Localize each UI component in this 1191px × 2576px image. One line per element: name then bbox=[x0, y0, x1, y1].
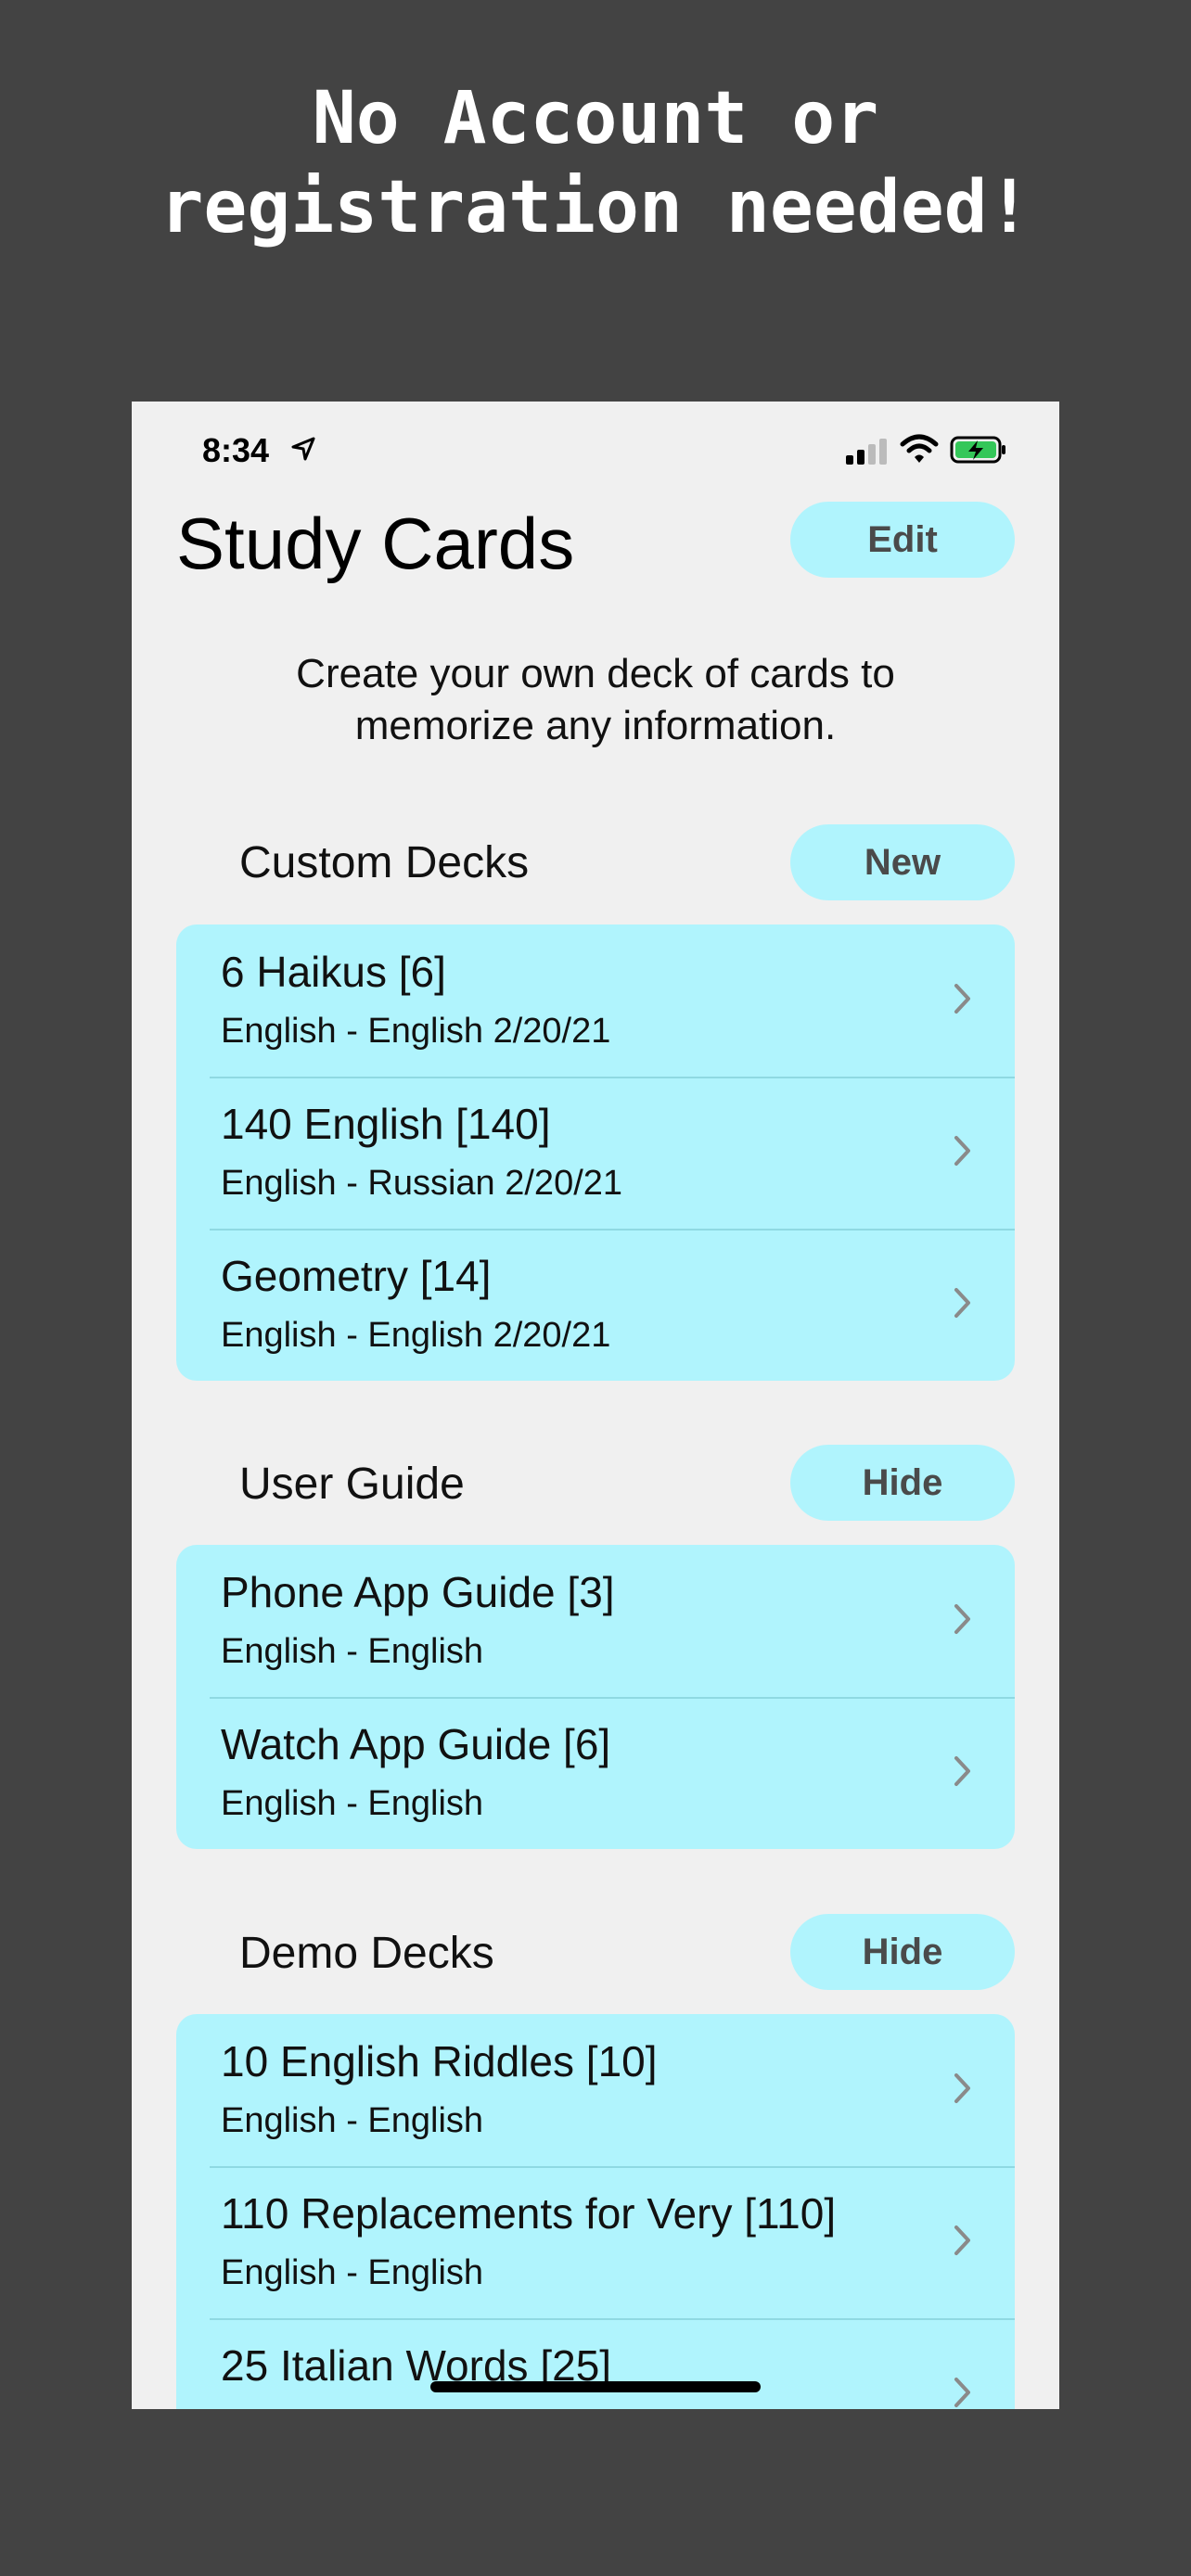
deck-subtitle: English - English bbox=[221, 2101, 484, 2140]
list-item[interactable]: Geometry [14] English - English 2/20/21 bbox=[176, 1229, 1015, 1381]
deck-subtitle: English - English bbox=[221, 1632, 484, 1671]
deck-subtitle: English - English 2/20/21 bbox=[221, 1316, 611, 1355]
phone-screen: 8:34 Study Cards Edit Create your own de… bbox=[132, 402, 1059, 2409]
app-description: Create your own deck of cards to memoriz… bbox=[132, 648, 1059, 752]
chevron-right-icon bbox=[954, 1756, 970, 1786]
headline-line-2: registration needed! bbox=[160, 166, 1031, 249]
chevron-right-icon bbox=[954, 984, 970, 1014]
list-item[interactable]: 10 English Riddles [10] English - Englis… bbox=[176, 2014, 1015, 2166]
hide-demo-decks-button[interactable]: Hide bbox=[790, 1914, 1015, 1990]
description-line-2: memorize any information. bbox=[354, 703, 837, 748]
signal-icon bbox=[846, 439, 887, 465]
section-title-custom-decks: Custom Decks bbox=[239, 838, 530, 887]
user-guide-list: Phone App Guide [3] English - English Wa… bbox=[176, 1545, 1015, 1849]
new-deck-button[interactable]: New bbox=[790, 824, 1015, 900]
deck-subtitle: English - English 2/20/21 bbox=[221, 1012, 611, 1051]
chevron-right-icon bbox=[954, 2073, 970, 2103]
hide-user-guide-button[interactable]: Hide bbox=[790, 1445, 1015, 1521]
description-line-1: Create your own deck of cards to bbox=[296, 651, 895, 696]
deck-title: 6 Haikus [6] bbox=[221, 948, 446, 996]
page-title: Study Cards bbox=[176, 503, 575, 584]
chevron-right-icon bbox=[954, 1288, 970, 1318]
custom-decks-list: 6 Haikus [6] English - English 2/20/21 1… bbox=[176, 925, 1015, 1381]
deck-subtitle: English - Russian 2/20/21 bbox=[221, 1164, 623, 1203]
home-indicator[interactable] bbox=[430, 2381, 761, 2392]
deck-subtitle: English - English bbox=[221, 1784, 484, 1823]
chevron-right-icon bbox=[954, 1136, 970, 1166]
chevron-right-icon bbox=[954, 2378, 970, 2407]
status-bar: 8:34 bbox=[132, 402, 1059, 494]
list-item[interactable]: Phone App Guide [3] English - English bbox=[176, 1545, 1015, 1697]
deck-title: Watch App Guide [6] bbox=[221, 1720, 611, 1768]
deck-title: Phone App Guide [3] bbox=[221, 1568, 615, 1616]
list-item[interactable]: Watch App Guide [6] English - English bbox=[176, 1697, 1015, 1849]
chevron-right-icon bbox=[954, 1604, 970, 1634]
deck-title: 10 English Riddles [10] bbox=[221, 2037, 658, 2085]
list-item[interactable]: 25 Italian Words [25] bbox=[176, 2318, 1015, 2409]
list-item[interactable]: 110 Replacements for Very [110] English … bbox=[176, 2166, 1015, 2318]
headline-line-1: No Account or bbox=[312, 77, 879, 160]
location-arrow-icon bbox=[291, 437, 315, 461]
status-time: 8:34 bbox=[202, 431, 270, 469]
section-title-demo-decks: Demo Decks bbox=[239, 1929, 494, 1978]
list-item[interactable]: 140 English [140] English - Russian 2/20… bbox=[176, 1077, 1015, 1229]
section-title-user-guide: User Guide bbox=[239, 1460, 465, 1509]
deck-title: 110 Replacements for Very [110] bbox=[221, 2189, 837, 2238]
wifi-icon bbox=[900, 434, 939, 463]
deck-subtitle: English - English bbox=[221, 2253, 484, 2292]
deck-title: Geometry [14] bbox=[221, 1252, 492, 1300]
deck-title: 140 English [140] bbox=[221, 1100, 551, 1148]
list-item[interactable]: 6 Haikus [6] English - English 2/20/21 bbox=[176, 925, 1015, 1077]
battery-charging-icon bbox=[950, 436, 1005, 464]
chevron-right-icon bbox=[954, 2225, 970, 2255]
demo-decks-list: 10 English Riddles [10] English - Englis… bbox=[176, 2014, 1015, 2409]
edit-button[interactable]: Edit bbox=[790, 502, 1015, 578]
headline: No Account or registration needed! bbox=[0, 74, 1191, 252]
